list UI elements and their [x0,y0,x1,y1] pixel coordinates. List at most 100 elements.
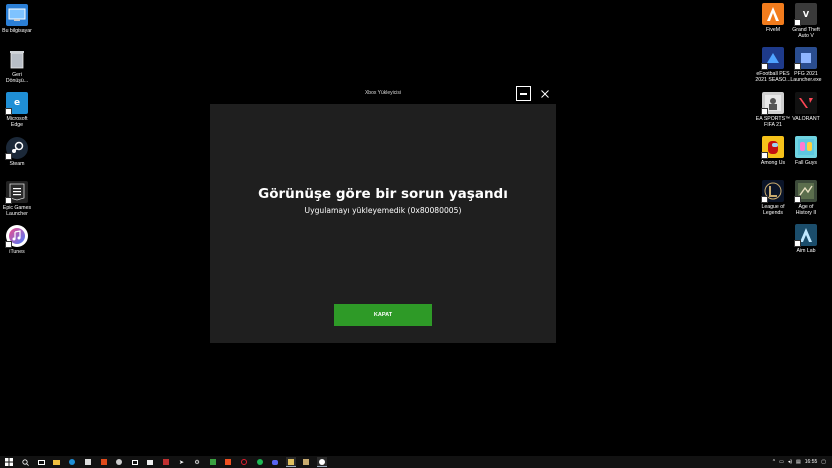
taskbar-app-opera[interactable] [239,457,249,467]
xbox-icon [318,458,325,465]
chrome-icon [116,459,123,465]
taskbar-app-cursor[interactable]: ➤ [177,457,187,467]
pfg-icon [794,47,817,70]
taskbar-app-settings[interactable]: ⚙ [192,457,202,467]
minimize-button[interactable] [516,86,531,101]
desktop-icon-edge[interactable]: e Microsoft Edge [0,92,38,128]
taskbar-app-xbox-installer[interactable] [285,457,296,467]
desktop-icon-recycle-bin[interactable]: Geri Dönüşü... [0,48,38,84]
discord-icon [272,459,279,465]
taskbar-app-discord[interactable] [270,457,280,467]
desktop-icon-valorant[interactable]: VALORANT [785,92,827,122]
fall-guys-icon [795,136,817,158]
windows-icon [5,458,13,466]
taskbar-task-view-button[interactable] [36,457,46,467]
close-window-button[interactable] [538,86,552,101]
volume-icon[interactable]: ◂) [788,459,792,465]
office-icon [100,459,107,465]
edge-icon [69,459,76,465]
close-icon [541,89,549,98]
taskbar-app-photos[interactable] [130,457,140,467]
taskbar-app-xbox[interactable] [316,457,327,467]
taskbar-app-edge[interactable] [67,457,77,467]
desktop-icon-label: Bu bilgisayar [2,28,32,34]
system-tray: ^ ▭ ◂) ▤ 16:55 ▢ [773,456,826,468]
store-icon [84,459,91,465]
app-icon [209,459,216,465]
taskbar-app-spotify[interactable] [255,457,265,467]
taskbar-app-game[interactable] [161,457,171,467]
search-icon [22,458,29,466]
computer-icon [6,4,28,26]
photos-icon [131,459,138,465]
among-us-icon [761,136,784,159]
taskbar: ➤ ⚙ ^ ▭ ◂) ▤ 16:55 ▢ [0,456,832,468]
xbox-installer-icon [287,458,294,465]
spotify-icon [256,459,263,465]
gear-icon: ⚙ [194,458,200,466]
taskbar-app-green[interactable] [208,457,218,467]
itunes-icon [5,225,28,248]
taskbar-search-button[interactable] [21,457,31,467]
taskbar-app-office[interactable] [99,457,109,467]
desktop-icon-label: Microsoft Edge [6,116,28,128]
dialog-title: Xbox Yükleyicisi [364,90,402,96]
league-icon [303,459,310,465]
desktop-icon-label: iTunes [9,249,25,255]
desktop-icon-label: FiveM [765,27,781,33]
desktop-icon-fall-guys[interactable]: Fall Guys [785,136,827,166]
desktop-icon-age-of-history[interactable]: Age of History II [785,180,827,216]
game-icon [162,459,169,465]
gta-icon: V [794,3,817,26]
cursor-icon: ➤ [179,458,185,466]
error-heading: Görünüşe göre bir sorun yaşandı [258,186,508,202]
notification-icon[interactable]: ▢ [821,459,826,465]
desktop-icon-label: Grand Theft Auto V [792,27,820,39]
chevron-up-icon[interactable]: ^ [773,459,775,465]
desktop-icon-label: VALORANT [792,116,820,122]
desktop-icon-aim-lab[interactable]: Aim Lab [785,224,827,254]
desktop-icon-itunes[interactable]: iTunes [0,225,38,255]
taskbar-app-explorer[interactable] [52,457,62,467]
desktop-icon-label: PFG 2021 Launcher.exe [790,71,822,83]
fifa-icon [761,92,784,115]
folder-icon [53,459,61,465]
desktop-icon-steam[interactable]: Steam [0,137,38,167]
opera-icon [240,459,247,465]
age-of-history-icon [794,180,817,203]
desktop-icon-gta-v[interactable]: V Grand Theft Auto V [785,3,827,39]
taskbar-app-league[interactable] [301,457,311,467]
edge-icon: e [5,92,28,115]
clock[interactable]: 16:55 [805,459,818,465]
desktop-icon-label: Steam [9,161,25,167]
error-dialog: Görünüşe göre bir sorun yaşandı Uygulama… [210,104,556,343]
task-view-icon [37,459,45,465]
desktop-icon-this-pc[interactable]: Bu bilgisayar [0,4,38,34]
error-message: Uygulamayı yükleyemedik (0x80080005) [304,206,462,215]
desktop-icon-pfg-2021[interactable]: PFG 2021 Launcher.exe [785,47,827,83]
desktop-icon-label: Aim Lab [796,248,816,254]
brave-icon [225,459,232,465]
desktop-icon-label: Epic Games Launcher [2,205,32,217]
network-icon[interactable]: ▭ [779,459,784,465]
desktop-icon-label: Age of History II [795,204,817,216]
league-icon [761,180,784,203]
keyboard-icon[interactable]: ▤ [796,459,801,465]
desktop-icon-label: Among Us [760,160,786,166]
minimize-icon [520,92,527,95]
recycle-bin-icon [6,48,28,70]
desktop-icon-epic-games[interactable]: Epic Games Launcher [0,181,38,217]
desktop-icon-label: Geri Dönüşü... [5,72,29,84]
start-button[interactable] [3,456,15,468]
taskbar-app-chrome[interactable] [114,457,124,467]
taskbar-app-mail[interactable] [145,457,155,467]
desktop-icon-label: League of Legends [761,204,785,216]
mail-icon [147,459,154,465]
taskbar-app-brave[interactable] [223,457,233,467]
pes-icon [761,47,784,70]
desktop-icon-label: Fall Guys [795,160,817,166]
steam-icon [5,137,28,160]
kapat-button[interactable]: KAPAT [334,304,432,326]
aim-lab-icon [794,224,817,247]
taskbar-app-store[interactable] [83,457,93,467]
